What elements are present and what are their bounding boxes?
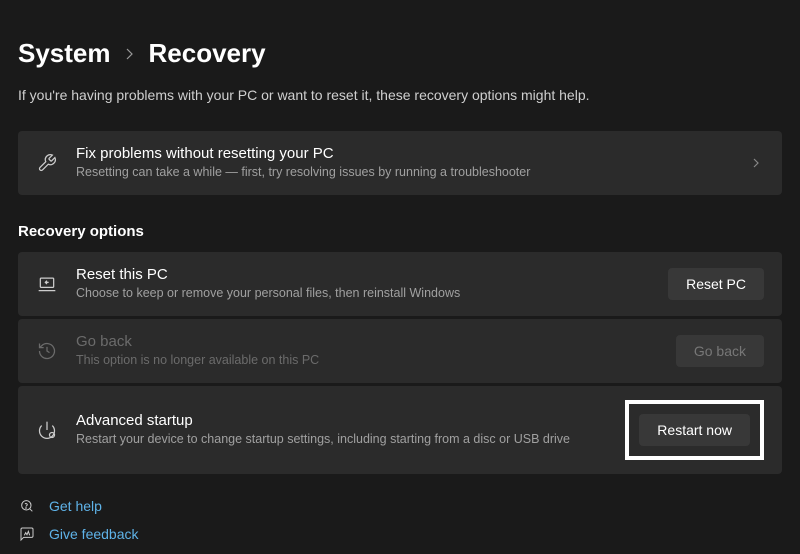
breadcrumb-current: Recovery — [149, 38, 266, 69]
history-icon — [36, 341, 58, 361]
restart-now-button[interactable]: Restart now — [639, 414, 750, 446]
go-back-subtitle: This option is no longer available on th… — [76, 352, 658, 369]
reset-icon — [36, 274, 58, 294]
reset-pc-button[interactable]: Reset PC — [668, 268, 764, 300]
troubleshoot-content: Fix problems without resetting your PC R… — [76, 145, 734, 181]
section-header-recovery-options: Recovery options — [18, 223, 782, 240]
go-back-button: Go back — [676, 335, 764, 367]
wrench-icon — [36, 153, 58, 173]
power-gear-icon — [36, 420, 58, 440]
page-description: If you're having problems with your PC o… — [18, 87, 782, 103]
breadcrumb: System Recovery — [18, 38, 782, 69]
go-back-title: Go back — [76, 333, 658, 350]
advanced-startup-subtitle: Restart your device to change startup se… — [76, 431, 607, 448]
breadcrumb-parent[interactable]: System — [18, 38, 111, 69]
chevron-right-icon — [752, 157, 760, 169]
go-back-content: Go back This option is no longer availab… — [76, 333, 658, 369]
advanced-startup-card: Advanced startup Restart your device to … — [18, 386, 782, 474]
give-feedback-label: Give feedback — [49, 526, 139, 542]
advanced-startup-title: Advanced startup — [76, 412, 607, 429]
get-help-label: Get help — [49, 498, 102, 514]
footer-links: Get help Give feedback — [18, 498, 782, 542]
highlight-frame: Restart now — [625, 400, 764, 460]
go-back-card: Go back This option is no longer availab… — [18, 319, 782, 383]
reset-pc-card: Reset this PC Choose to keep or remove y… — [18, 252, 782, 316]
troubleshoot-subtitle: Resetting can take a while — first, try … — [76, 164, 734, 181]
chevron-right-icon — [125, 47, 135, 61]
reset-pc-title: Reset this PC — [76, 266, 650, 283]
troubleshoot-title: Fix problems without resetting your PC — [76, 145, 734, 162]
advanced-startup-content: Advanced startup Restart your device to … — [76, 412, 607, 448]
get-help-link[interactable]: Get help — [18, 498, 782, 514]
give-feedback-link[interactable]: Give feedback — [18, 526, 782, 542]
feedback-icon — [18, 526, 36, 542]
reset-pc-content: Reset this PC Choose to keep or remove y… — [76, 266, 650, 302]
troubleshoot-card[interactable]: Fix problems without resetting your PC R… — [18, 131, 782, 195]
reset-pc-subtitle: Choose to keep or remove your personal f… — [76, 285, 650, 302]
help-icon — [18, 498, 36, 514]
